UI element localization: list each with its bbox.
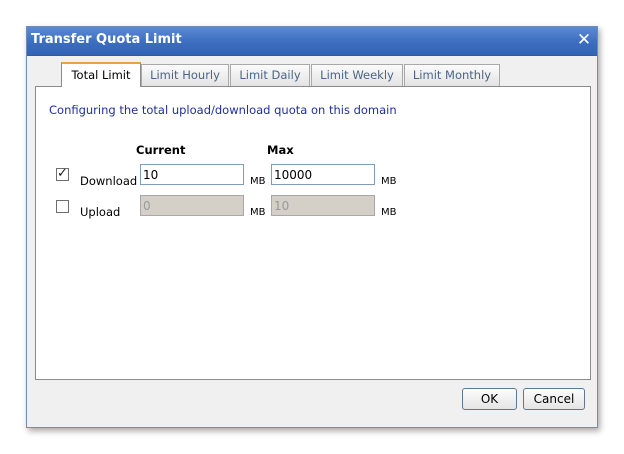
tab-limit-hourly[interactable]: Limit Hourly — [141, 64, 229, 86]
download-current-unit: MB — [250, 176, 266, 187]
upload-label: Upload — [80, 205, 121, 219]
upload-current-input — [140, 195, 244, 216]
panel-description: Configuring the total upload/download qu… — [49, 103, 397, 117]
download-max-input[interactable] — [271, 164, 375, 185]
tab-panel: Configuring the total upload/download qu… — [35, 86, 591, 380]
transfer-quota-dialog: Transfer Quota Limit ✕ Total Limit Limit… — [26, 26, 598, 428]
close-icon[interactable]: ✕ — [575, 31, 593, 49]
tab-limit-daily[interactable]: Limit Daily — [230, 64, 310, 86]
download-max-unit: MB — [381, 176, 397, 187]
tab-limit-monthly[interactable]: Limit Monthly — [404, 64, 500, 86]
download-current-input[interactable] — [140, 164, 244, 185]
tab-total-limit[interactable]: Total Limit — [61, 62, 141, 87]
upload-max-unit: MB — [381, 207, 397, 218]
upload-checkbox[interactable] — [56, 200, 69, 213]
upload-current-unit: MB — [250, 207, 266, 218]
checkmark-icon: ✓ — [57, 166, 68, 181]
column-header-current: Current — [136, 143, 186, 157]
download-checkbox[interactable]: ✓ — [56, 166, 69, 181]
title-bar: Transfer Quota Limit ✕ — [27, 27, 597, 56]
dialog-title: Transfer Quota Limit — [31, 32, 182, 47]
download-label: Download — [80, 174, 138, 188]
column-header-max: Max — [267, 143, 294, 157]
ok-button[interactable]: OK — [462, 388, 517, 410]
upload-max-input — [271, 195, 375, 216]
cancel-button[interactable]: Cancel — [523, 388, 585, 410]
tab-limit-weekly[interactable]: Limit Weekly — [311, 64, 403, 86]
